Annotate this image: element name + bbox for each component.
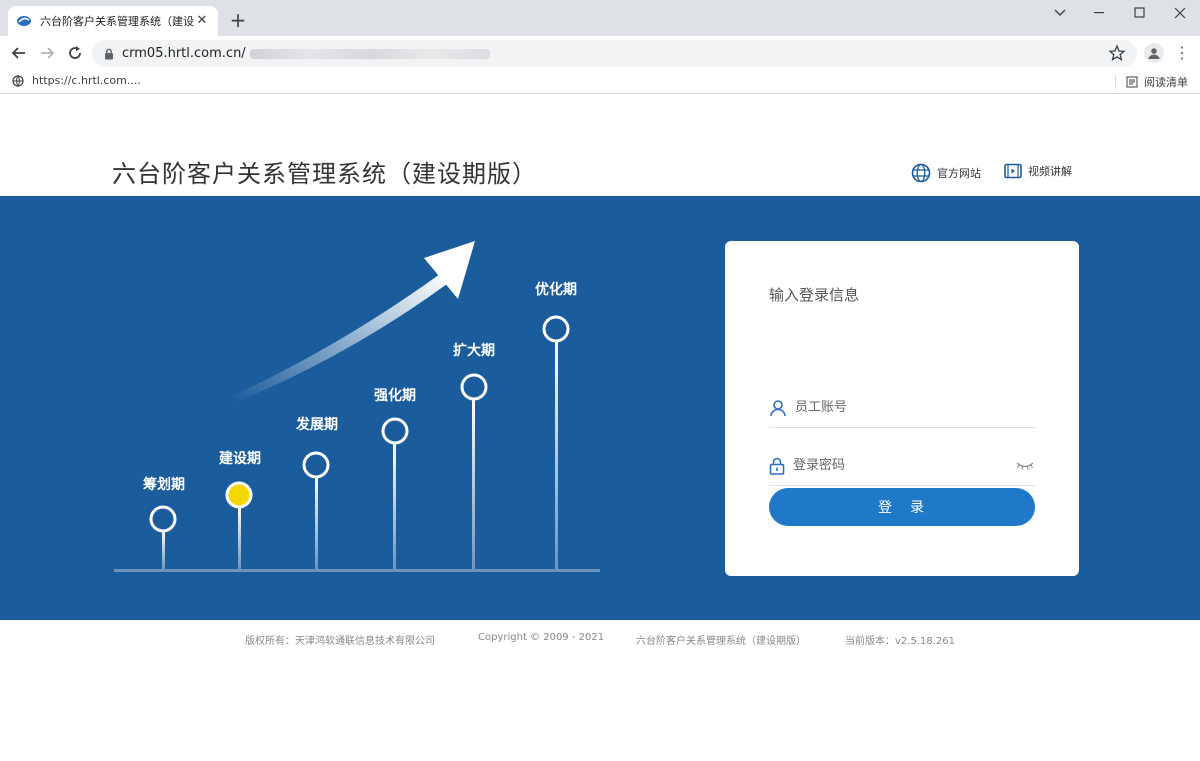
eye-closed-icon[interactable] (1015, 461, 1035, 471)
footer-version: 当前版本：v2.5.18.261 (845, 636, 955, 647)
globe-icon (911, 163, 931, 183)
account-input[interactable] (795, 400, 1035, 415)
official-site-label: 官方网站 (937, 167, 981, 180)
stage-label: 筹划期 (143, 476, 185, 493)
bookmark-item[interactable]: https://c.hrtl.com.... (12, 74, 141, 87)
password-input[interactable] (793, 458, 1015, 473)
stage-node (381, 417, 409, 445)
lock-icon[interactable] (104, 48, 114, 60)
login-button[interactable]: 登 录 (769, 488, 1035, 526)
minimize-icon[interactable] (1080, 0, 1120, 26)
footer-system-name: 六台阶客户关系管理系统（建设期版） (636, 636, 806, 647)
browser-toolbar: crm05.hrtl.com.cn/ ⋮ (0, 36, 1200, 70)
reload-icon[interactable] (64, 42, 86, 64)
growth-stage-illustration: 筹划期 建设期 发展期 强化期 扩大期 优化期 (114, 241, 600, 572)
growth-arrow-tail (232, 274, 447, 402)
profile-icon[interactable] (1144, 43, 1164, 63)
stage-node (302, 451, 330, 479)
forward-icon[interactable] (36, 42, 58, 64)
star-icon[interactable] (1108, 44, 1126, 62)
reading-list-icon (1126, 76, 1138, 88)
stage-label: 发展期 (295, 416, 338, 433)
address-bar[interactable]: crm05.hrtl.com.cn/ (92, 40, 1137, 67)
account-field (769, 388, 1035, 428)
stage-node (149, 505, 177, 533)
stage-label: 建设期 (219, 450, 261, 467)
page-title: 六台阶客户关系管理系统（建设期版） (112, 160, 537, 188)
url-redacted (249, 48, 490, 59)
stage-node-active (225, 481, 253, 509)
footer: 版权所有：天津鸿软通联信息技术有限公司 Copyright © 2009 - 2… (0, 630, 1200, 648)
browser-tab-bar: 六台阶客户关系管理系统（建设期 ✕ + (0, 0, 1200, 36)
bookmarks-bar: https://c.hrtl.com.... 阅读清单 (0, 70, 1200, 94)
login-heading: 输入登录信息 (769, 286, 860, 304)
stage-label: 优化期 (535, 281, 577, 298)
stage-stem (555, 342, 558, 569)
password-field (769, 446, 1035, 486)
window-close-icon[interactable] (1160, 0, 1200, 26)
stage-stem (162, 531, 165, 569)
bookmark-label: https://c.hrtl.com.... (32, 74, 141, 87)
stage-stem (393, 444, 396, 569)
menu-icon[interactable]: ⋮ (1174, 43, 1190, 63)
chevron-down-icon[interactable] (1040, 0, 1080, 26)
reading-list-label: 阅读清单 (1144, 76, 1188, 89)
stage-label: 扩大期 (453, 342, 495, 359)
stage-label: 强化期 (374, 387, 416, 404)
stage-stem (315, 478, 318, 569)
stage-stem (238, 508, 241, 569)
video-guide-label: 视频讲解 (1028, 165, 1072, 178)
video-guide-link[interactable]: 视频讲解 (1004, 163, 1072, 179)
new-tab-button[interactable]: + (228, 10, 248, 30)
maximize-icon[interactable] (1120, 0, 1160, 26)
stage-node (460, 373, 488, 401)
globe-bookmark-icon (12, 74, 24, 87)
stage-node (542, 315, 570, 343)
stage-stem (472, 400, 475, 569)
baseline (114, 569, 600, 572)
login-card: 输入登录信息 登 录 (725, 241, 1079, 576)
user-icon (770, 399, 786, 416)
back-icon[interactable] (8, 42, 30, 64)
close-icon[interactable]: ✕ (194, 13, 210, 29)
hero-banner: 筹划期 建设期 发展期 强化期 扩大期 优化期 输入登录信息 员工账号 登 录 (0, 196, 1200, 620)
footer-copyright: Copyright © 2009 - 2021 (478, 632, 605, 643)
video-icon (1004, 163, 1022, 179)
official-site-link[interactable]: 官方网站 (911, 163, 981, 183)
bookmark-separator (1115, 75, 1116, 89)
tab-title: 六台阶客户关系管理系统（建设期 (40, 15, 194, 28)
app-favicon (17, 16, 31, 26)
footer-copyright-owner: 版权所有：天津鸿软通联信息技术有限公司 (245, 636, 435, 647)
browser-tab[interactable]: 六台阶客户关系管理系统（建设期 ✕ (8, 6, 218, 36)
password-lock-icon (769, 457, 785, 475)
url-text: crm05.hrtl.com.cn/ (122, 46, 246, 61)
reading-list-button[interactable]: 阅读清单 (1115, 74, 1188, 90)
